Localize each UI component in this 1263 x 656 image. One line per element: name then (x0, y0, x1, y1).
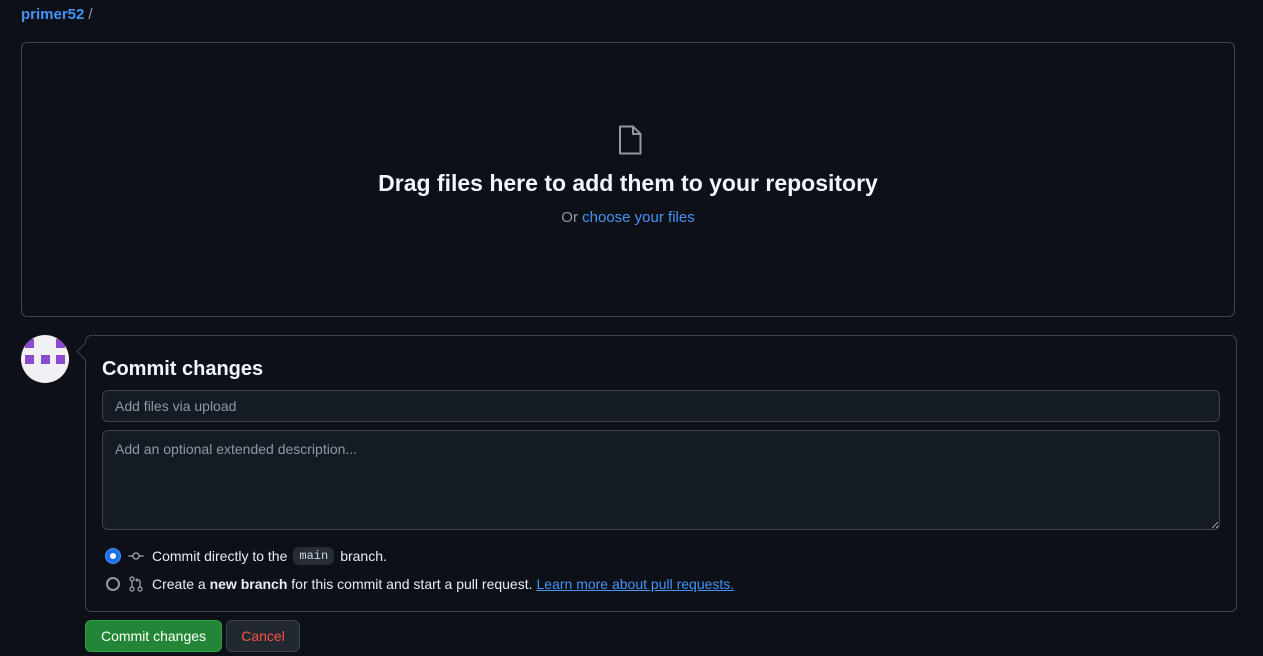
commit-description-input[interactable] (102, 430, 1220, 530)
commit-direct-option[interactable]: Commit directly to the main branch. (106, 547, 387, 565)
new-branch-prefix: Create a (152, 576, 206, 592)
breadcrumb: primer52/ (21, 6, 93, 23)
commit-direct-radio[interactable] (106, 549, 120, 563)
commit-direct-suffix: branch. (340, 548, 387, 564)
dropzone-title: Drag files here to add them to your repo… (378, 170, 878, 196)
commit-summary-input[interactable] (102, 390, 1220, 422)
repo-link[interactable]: primer52 (21, 6, 84, 23)
branch-name-code: main (293, 547, 335, 565)
commit-title: Commit changes (102, 358, 264, 380)
new-branch-radio[interactable] (106, 577, 120, 591)
new-branch-bold: new branch (209, 576, 288, 592)
cancel-button[interactable]: Cancel (226, 620, 300, 652)
file-dropzone[interactable]: Drag files here to add them to your repo… (21, 42, 1235, 317)
avatar[interactable] (21, 335, 69, 383)
commit-changes-button[interactable]: Commit changes (85, 620, 222, 652)
commit-panel-caret (76, 342, 95, 361)
dropzone-prefix: Or (561, 209, 578, 226)
dropzone-subtitle: Or choose your files (22, 209, 1234, 226)
commit-direct-prefix: Commit directly to the (152, 548, 288, 564)
breadcrumb-separator: / (88, 6, 93, 23)
commit-panel: Commit changes Commit directly to the ma… (76, 335, 1237, 612)
new-branch-suffix: for this commit and start a pull request… (291, 576, 533, 592)
new-branch-option[interactable]: Create a new branch for this commit and … (106, 576, 734, 592)
git-pull-request-icon (128, 576, 144, 592)
learn-more-link[interactable]: Learn more about pull requests. (537, 576, 735, 592)
git-commit-icon (128, 548, 144, 564)
file-icon (618, 125, 642, 158)
choose-files-link[interactable]: choose your files (582, 209, 695, 226)
